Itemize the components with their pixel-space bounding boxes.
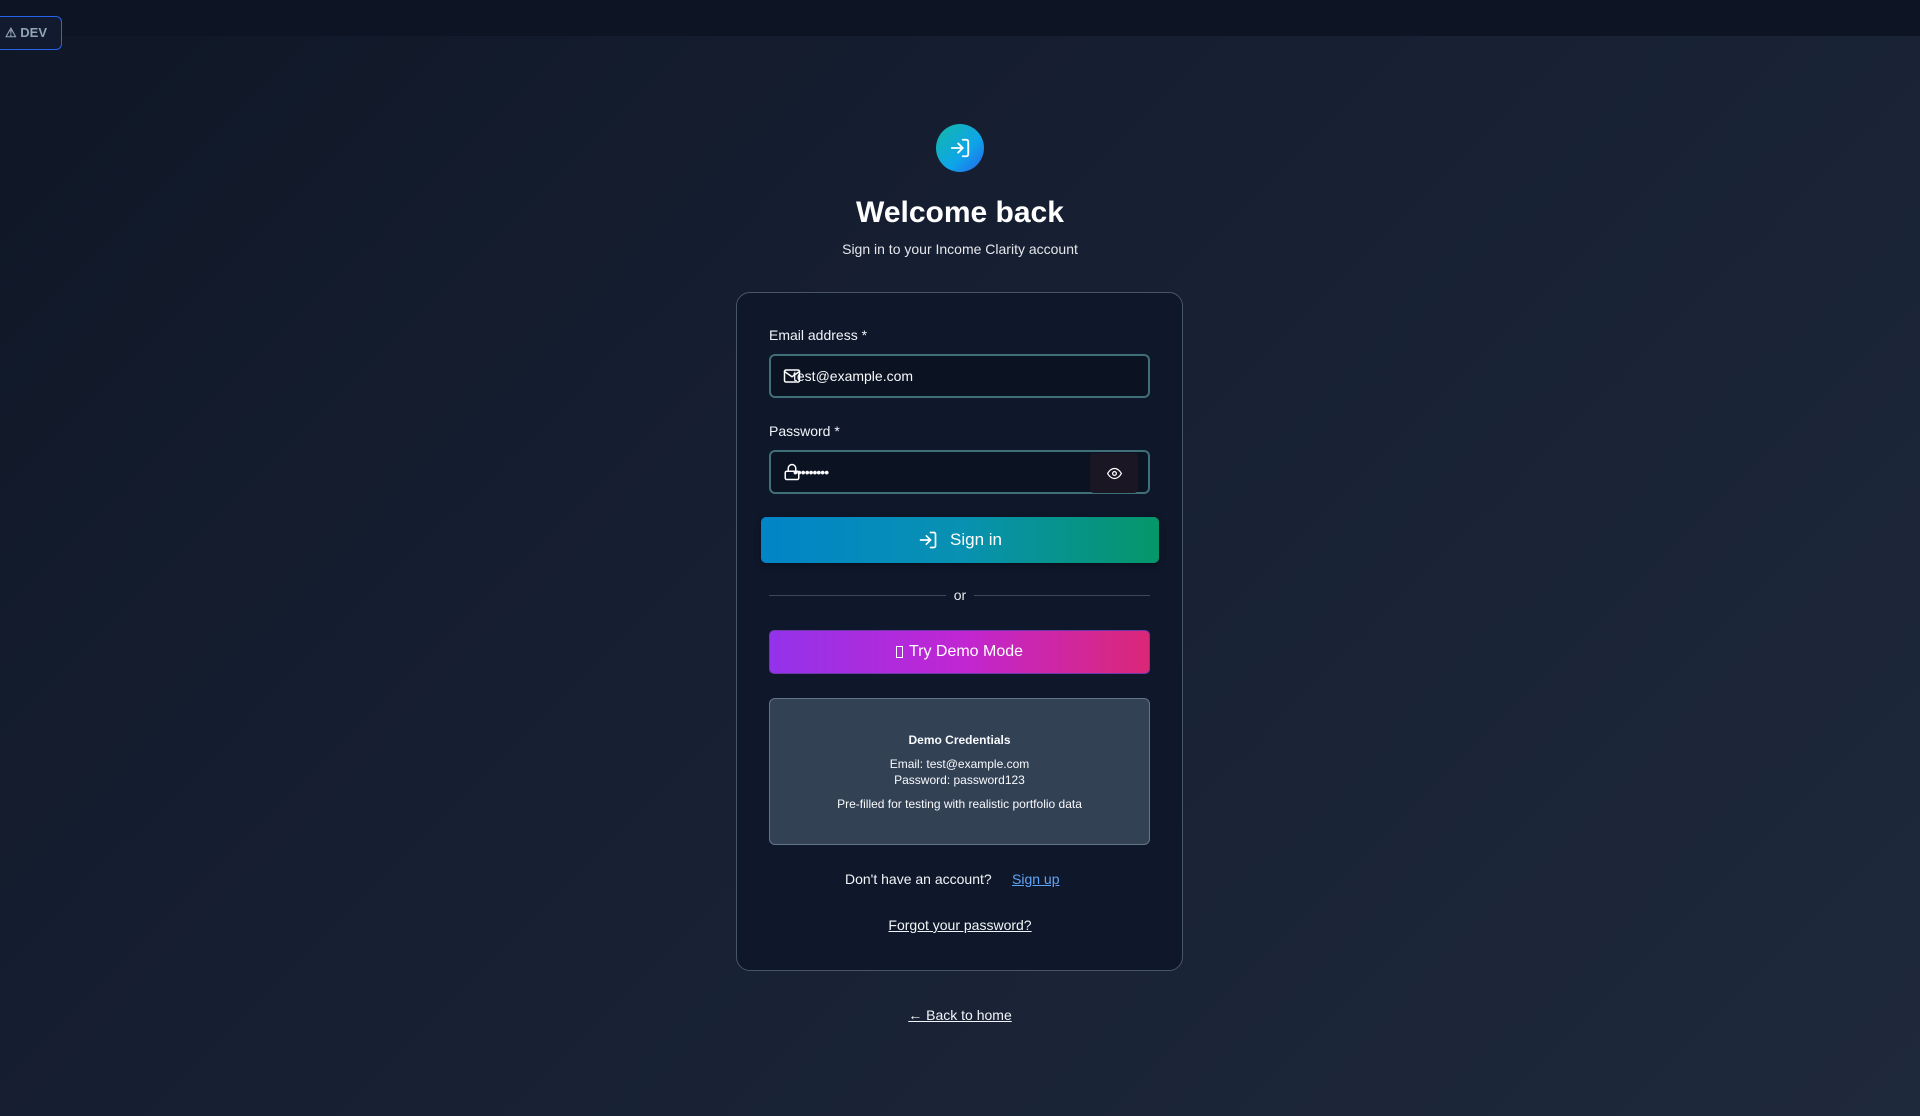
divider-right bbox=[974, 595, 1150, 596]
email-field[interactable]: test@example.com bbox=[769, 354, 1150, 398]
sign-in-icon bbox=[919, 531, 937, 549]
page-subtitle: Sign in to your Income Clarity account bbox=[842, 241, 1078, 257]
demo-button-label: Try Demo Mode bbox=[908, 643, 1024, 660]
top-bar bbox=[0, 0, 1920, 36]
eye-icon bbox=[1106, 467, 1122, 479]
sign-in-button[interactable]: Sign in bbox=[761, 517, 1159, 563]
try-demo-mode-button[interactable]: Try Demo Mode bbox=[769, 630, 1150, 674]
email-label: Email address * bbox=[769, 327, 868, 343]
back-to-home-row: ← Back to home bbox=[0, 1007, 1920, 1023]
password-field[interactable]: ••••••••• bbox=[769, 450, 1150, 494]
demo-credentials-note: Pre-filled for testing with realistic po… bbox=[837, 797, 1082, 811]
divider-left bbox=[769, 595, 946, 596]
show-password-button[interactable] bbox=[1090, 453, 1138, 493]
demo-credentials-password: Password: password123 bbox=[894, 773, 1025, 787]
demo-credentials-email: Email: test@example.com bbox=[889, 757, 1030, 771]
page-title: Welcome back bbox=[856, 196, 1064, 229]
no-account-text: Don't have an account? bbox=[845, 871, 992, 887]
sign-up-link[interactable]: Sign up bbox=[1012, 871, 1059, 887]
forgot-password-link[interactable]: Forgot your password? bbox=[888, 917, 1031, 933]
dev-environment-badge[interactable]: ⚠ DEV bbox=[0, 16, 62, 50]
password-label: Password * bbox=[769, 423, 840, 439]
email-input-value: test@example.com bbox=[793, 368, 914, 384]
forgot-password-row: Forgot your password? bbox=[0, 917, 1920, 933]
sign-in-icon bbox=[950, 138, 970, 158]
password-input-value: ••••••••• bbox=[793, 464, 829, 480]
demo-credentials-title: Demo Credentials bbox=[908, 733, 1011, 747]
sign-in-button-label: Sign in bbox=[950, 530, 1002, 549]
back-to-home-link[interactable]: ← Back to home bbox=[908, 1007, 1012, 1023]
dev-badge-label: ⚠ DEV bbox=[5, 25, 47, 40]
login-logo bbox=[936, 124, 984, 172]
demo-placeholder-icon bbox=[895, 646, 903, 658]
demo-credentials-box: Demo Credentials Email: test@example.com… bbox=[769, 698, 1150, 845]
